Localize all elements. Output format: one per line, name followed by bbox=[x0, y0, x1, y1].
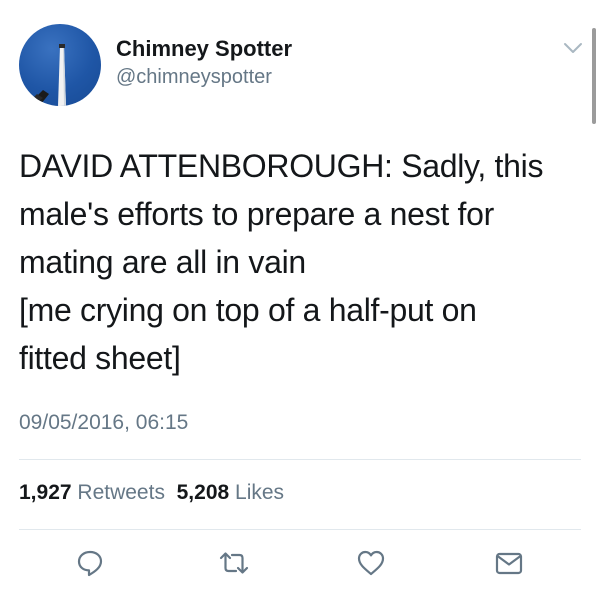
retweets-stat[interactable]: 1,927 Retweets bbox=[19, 481, 165, 504]
like-button[interactable] bbox=[356, 548, 386, 578]
tweet-line: [me crying on top of a half-put on bbox=[19, 292, 477, 328]
avatar[interactable] bbox=[19, 24, 101, 106]
tweet-text: DAVID ATTENBOROUGH: Sadly, this male's e… bbox=[19, 142, 579, 382]
retweets-count: 1,927 bbox=[19, 481, 72, 504]
direct-message-button[interactable] bbox=[494, 548, 524, 578]
chevron-down-icon[interactable] bbox=[563, 41, 583, 55]
display-name[interactable]: Chimney Spotter bbox=[116, 36, 292, 62]
likes-label: Likes bbox=[235, 481, 285, 504]
likes-stat[interactable]: 5,208 Likes bbox=[177, 481, 284, 504]
divider bbox=[19, 459, 581, 460]
retweet-button[interactable] bbox=[219, 548, 249, 578]
divider bbox=[19, 529, 581, 530]
chimney-avatar-icon bbox=[25, 44, 66, 106]
scrollbar[interactable] bbox=[592, 28, 596, 124]
heart-icon bbox=[357, 550, 385, 576]
tweet-line: mating are all in vain bbox=[19, 244, 306, 280]
reply-icon bbox=[77, 550, 103, 577]
tweet-line: DAVID ATTENBOROUGH: Sadly, this bbox=[19, 148, 544, 184]
envelope-icon bbox=[495, 552, 523, 575]
retweet-icon bbox=[219, 552, 249, 574]
reply-button[interactable] bbox=[75, 548, 105, 578]
likes-count: 5,208 bbox=[176, 481, 230, 504]
user-handle[interactable]: @chimneyspotter bbox=[116, 66, 272, 89]
retweets-label: Retweets bbox=[77, 481, 165, 504]
tweet-line: male's efforts to prepare a nest for bbox=[19, 196, 494, 232]
tweet-stats: 1,927 Retweets 5,208 Likes bbox=[19, 481, 284, 505]
tweet-timestamp: 09/05/2016, 06:15 bbox=[19, 411, 189, 434]
tweet-line: fitted sheet] bbox=[19, 340, 181, 376]
